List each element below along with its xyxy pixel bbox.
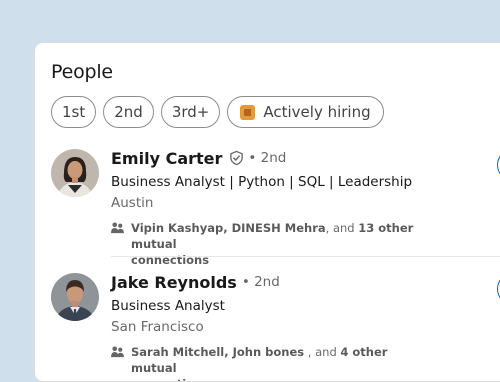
filter-1st[interactable]: 1st [51,96,97,128]
person-name[interactable]: Emily Carter [111,149,222,168]
filter-pills: 1st 2nd 3rd+ Actively hiring [51,96,384,128]
filter-label: 2nd [114,103,143,121]
person-headline: Business Analyst [111,298,225,314]
filter-3rd-plus[interactable]: 3rd+ [160,96,221,128]
connection-degree: • 2nd [248,150,287,166]
avatar[interactable] [51,149,99,197]
mutual-sep: , and [325,221,359,235]
filter-2nd[interactable]: 2nd [103,96,154,128]
person-headline: Business Analyst | Python | SQL | Leader… [111,174,413,190]
section-title: People [51,61,113,83]
mutual-sep: , and [304,345,341,359]
verified-shield-icon [230,150,244,166]
filter-actively-hiring[interactable]: Actively hiring [227,96,384,128]
person-info: Jake Reynolds • 2nd Business Analyst San… [111,271,471,382]
mutual-names: Vipin Kashyap, DINESH Mehra [131,221,326,235]
briefcase-icon [240,104,256,120]
filter-label: Actively hiring [263,103,371,121]
mutual-connections[interactable]: Sarah Mitchell, John bones , and 4 other… [111,344,471,381]
avatar[interactable] [51,273,99,321]
person-info: Emily Carter • 2nd Business Analyst | Py… [111,147,471,268]
people-card: People 1st 2nd 3rd+ Actively hiring Emil… [34,42,500,382]
filter-label: 3rd+ [171,103,210,121]
person-location: Austin [111,195,154,211]
people-icon [111,222,124,234]
divider [111,256,500,257]
people-icon [111,346,124,358]
mutual-tail: connections [131,377,209,381]
connection-degree: • 2nd [241,274,280,290]
person-location: San Francisco [111,319,204,335]
filter-label: 1st [62,103,86,121]
mutual-names: Sarah Mitchell, John bones [131,345,305,359]
mutual-connections[interactable]: Vipin Kashyap, DINESH Mehra, and 13 othe… [111,220,471,268]
person-name[interactable]: Jake Reynolds [111,273,237,292]
